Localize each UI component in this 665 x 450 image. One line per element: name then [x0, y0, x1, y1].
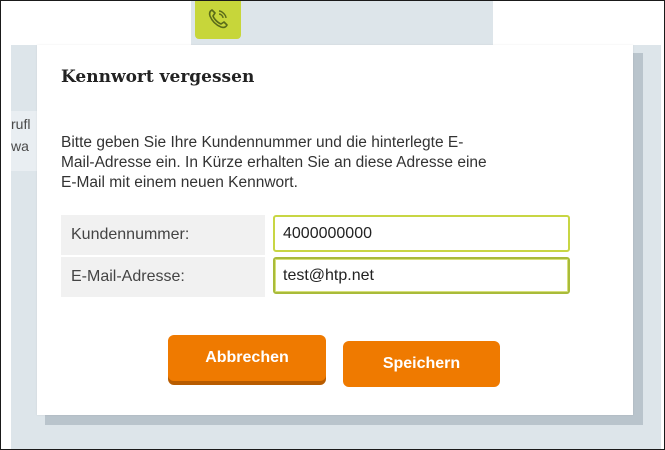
cancel-button[interactable]: Abbrechen — [168, 335, 326, 381]
email-input[interactable] — [273, 257, 570, 294]
background-block — [493, 1, 661, 45]
description-line: E-Mail mit einem neuen Kennwort. — [61, 174, 298, 191]
forgot-password-dialog: Kennwort vergessen Bitte geben Sie Ihre … — [37, 45, 633, 415]
background-block — [11, 1, 191, 45]
description-line: Mail-Adresse ein. In Kürze erhalten Sie … — [61, 154, 487, 171]
dialog-title: Kennwort vergessen — [61, 67, 255, 87]
save-button[interactable]: Speichern — [343, 341, 500, 387]
phone-icon — [208, 9, 228, 29]
description-line: Bitte geben Sie Ihre Kundennummer und di… — [61, 134, 464, 151]
dialog-description: Bitte geben Sie Ihre Kundennummer und di… — [61, 133, 621, 193]
customer-number-label: Kundennummer: — [61, 215, 265, 255]
phone-tile[interactable] — [195, 1, 241, 39]
email-label: E-Mail-Adresse: — [61, 257, 265, 297]
customer-number-row: Kundennummer: — [61, 215, 573, 255]
app-frame: rufl wa Kennwort vergessen Bitte geben S… — [0, 0, 665, 450]
background-text: rufl — [11, 116, 31, 132]
background-text: wa — [11, 138, 29, 154]
email-row: E-Mail-Adresse: — [61, 257, 573, 297]
customer-number-input[interactable] — [273, 215, 570, 252]
